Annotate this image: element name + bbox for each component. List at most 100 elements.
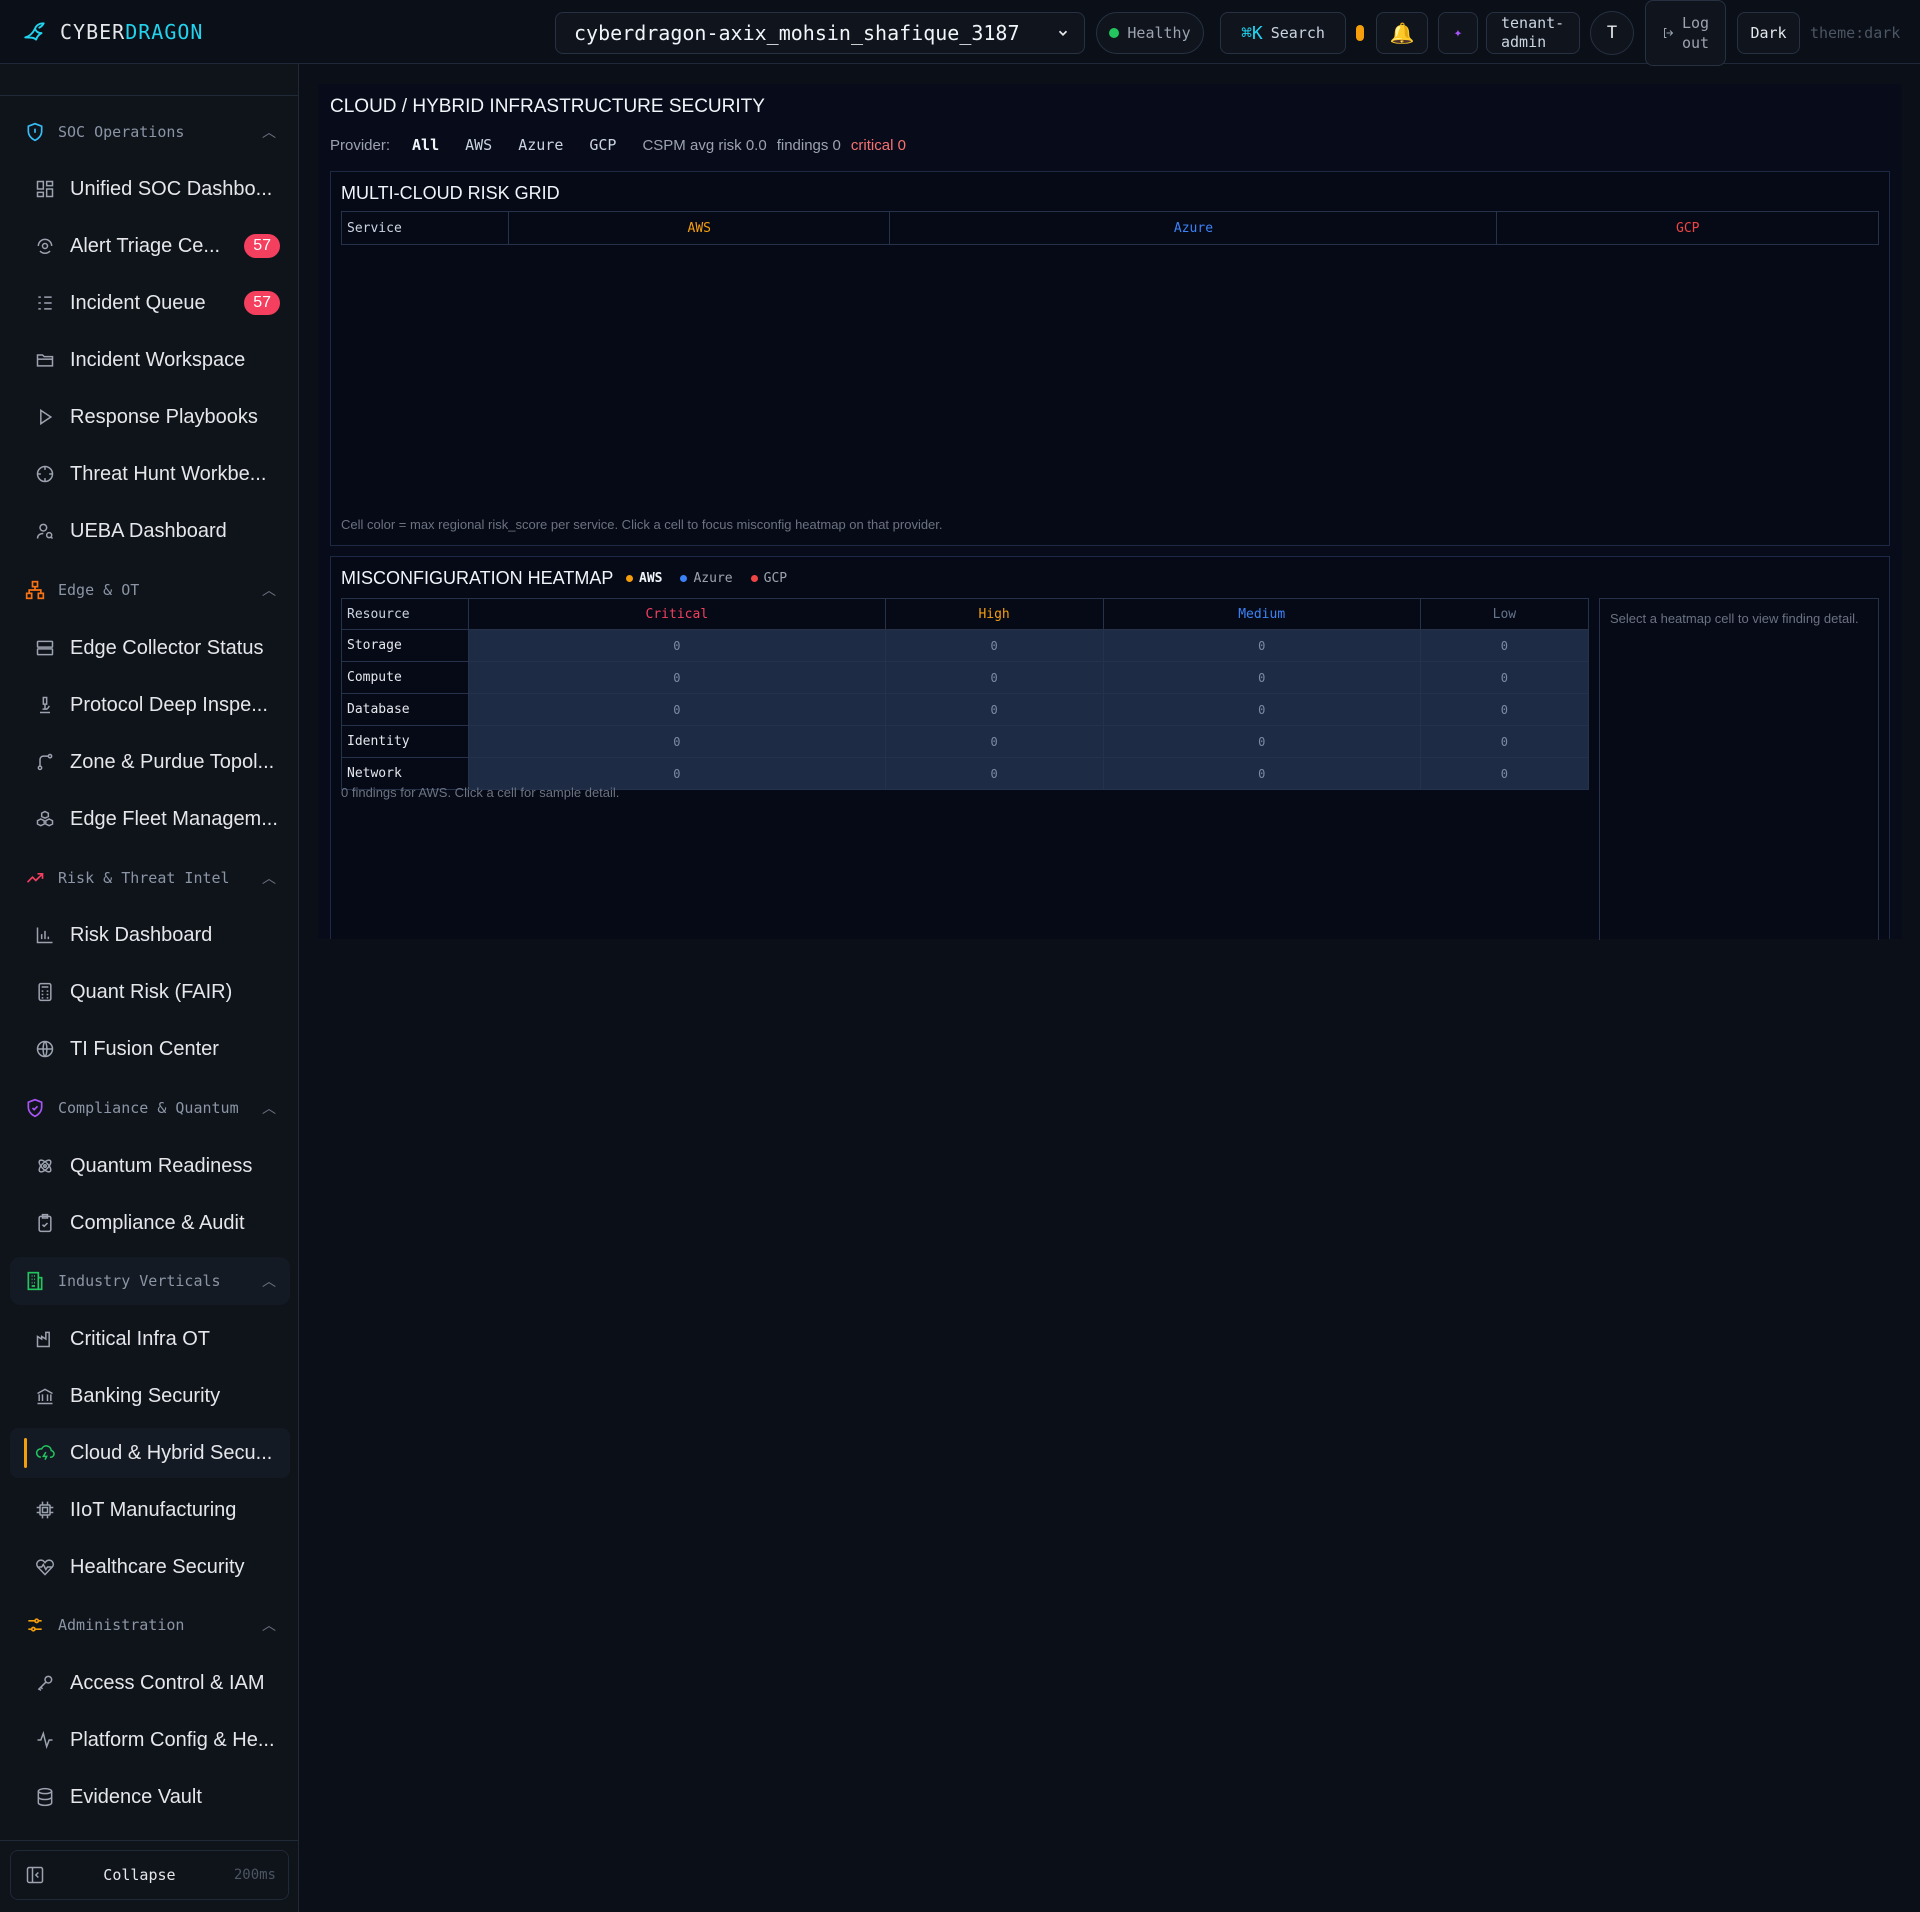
sidebar-item-ti-fusion-center[interactable]: TI Fusion Center (10, 1024, 290, 1074)
logout-button[interactable]: Log out (1645, 0, 1726, 66)
heatmap-cell[interactable]: 0 (884, 757, 1104, 790)
sidebar-item-edge-collector-status[interactable]: Edge Collector Status (10, 623, 290, 673)
provider-column-aws[interactable]: AWS (507, 211, 891, 245)
heatmap-cell[interactable]: 0 (1102, 693, 1421, 726)
sidebar-item-label: Critical Infra OT (70, 1327, 211, 1350)
heatmap-cell[interactable]: 0 (1419, 661, 1590, 694)
provider-filter-all[interactable]: All (412, 136, 439, 154)
finding-detail-placeholder: Select a heatmap cell to view finding de… (1610, 611, 1859, 626)
sidebar-item-zone-purdue-topology[interactable]: Zone & Purdue Topol... (10, 737, 290, 787)
sidebar-item-quantum-readiness[interactable]: Quantum Readiness (10, 1141, 290, 1191)
health-status-pill[interactable]: Healthy (1096, 12, 1204, 54)
heatmap-cell[interactable]: 0 (884, 693, 1104, 726)
legend-item-aws[interactable]: AWS (626, 571, 662, 586)
sidebar-group-administration[interactable]: Administration ︿ (10, 1601, 290, 1649)
tenant-select[interactable]: cyberdragon-axix_mohsin_shafique_3187 (555, 12, 1085, 54)
provider-column-azure[interactable]: Azure (889, 211, 1498, 245)
severity-column-critical: Critical (468, 598, 886, 630)
sidebar-item-label: Compliance & Audit (70, 1211, 245, 1234)
sidebar-group-compliance-quantum[interactable]: Compliance & Quantum ︿ (10, 1084, 290, 1132)
sidebar-item-alert-triage[interactable]: Alert Triage Ce... 57 (10, 221, 290, 271)
heatmap-cell[interactable]: 0 (468, 693, 886, 726)
sidebar-item-compliance-audit[interactable]: Compliance & Audit (10, 1198, 290, 1248)
sidebar-item-response-playbooks[interactable]: Response Playbooks (10, 392, 290, 442)
legend-item-azure[interactable]: Azure (680, 571, 733, 586)
avatar[interactable]: T (1590, 11, 1634, 55)
sidebar-group-risk-threat-intel[interactable]: Risk & Threat Intel ︿ (10, 854, 290, 902)
notifications-button[interactable]: 🔔 (1376, 12, 1428, 54)
avatar-initial: T (1606, 23, 1618, 43)
heatmap-cell[interactable]: 0 (1419, 757, 1590, 790)
sidebar-item-unified-soc-dashboard[interactable]: Unified SOC Dashbo... (10, 164, 290, 214)
provider-column-gcp[interactable]: GCP (1496, 211, 1879, 245)
sidebar-group-industry-verticals[interactable]: Industry Verticals ︿ (10, 1257, 290, 1305)
critical-count: critical 0 (850, 136, 906, 154)
collapse-label: Collapse (103, 1866, 176, 1884)
table-row: Identity 0 0 0 0 (341, 725, 1590, 758)
heatmap-cell[interactable]: 0 (884, 661, 1104, 694)
sidebar-item-access-control-iam[interactable]: Access Control & IAM (10, 1658, 290, 1708)
legend-label: Azure (693, 571, 733, 586)
heatmap-cell[interactable]: 0 (1419, 629, 1590, 662)
heatmap-cell[interactable]: 0 (884, 629, 1104, 662)
activity-icon (34, 1729, 56, 1751)
sidebar-item-label: Quantum Readiness (70, 1154, 253, 1177)
heatmap-cell[interactable]: 0 (1102, 757, 1421, 790)
heatmap-cell[interactable]: 0 (1102, 725, 1421, 758)
sidebar-item-quant-risk-fair[interactable]: Quant Risk (FAIR) (10, 967, 290, 1017)
legend-item-gcp[interactable]: GCP (750, 571, 787, 586)
sidebar-group-edge-ot[interactable]: Edge & OT ︿ (10, 566, 290, 614)
clipboard-check-icon (34, 1212, 56, 1234)
sidebar-item-healthcare-security[interactable]: Healthcare Security (10, 1542, 290, 1592)
sidebar-item-protocol-deep-inspection[interactable]: Protocol Deep Inspe... (10, 680, 290, 730)
sidebar-item-label: Access Control & IAM (70, 1671, 265, 1694)
heatmap-cell[interactable]: 0 (1419, 693, 1590, 726)
list-icon (34, 292, 56, 314)
sidebar-item-threat-hunt[interactable]: Threat Hunt Workbe... (10, 449, 290, 499)
heatmap-cell[interactable]: 0 (468, 629, 886, 662)
ai-assistant-button[interactable]: ✦ (1438, 12, 1478, 54)
sidebar-item-incident-workspace[interactable]: Incident Workspace (10, 335, 290, 385)
heatmap-cell[interactable]: 0 (1102, 629, 1421, 662)
logout-icon (1663, 28, 1674, 38)
globe-icon (34, 1038, 56, 1060)
sidebar-item-risk-dashboard[interactable]: Risk Dashboard (10, 910, 290, 960)
logout-label-1: Log (1681, 13, 1710, 32)
play-icon (34, 406, 56, 428)
sidebar-collapse-button[interactable]: Collapse 200ms (10, 1850, 289, 1900)
sidebar-item-cloud-hybrid-security[interactable]: Cloud & Hybrid Secu... (10, 1428, 290, 1478)
sidebar-item-incident-queue[interactable]: Incident Queue 57 (10, 278, 290, 328)
heatmap-cell[interactable]: 0 (884, 725, 1104, 758)
search-button[interactable]: ⌘K Search (1220, 12, 1346, 54)
health-status-label: Healthy (1127, 24, 1191, 42)
provider-filter-aws[interactable]: AWS (465, 136, 492, 154)
legend-dot-icon (680, 575, 688, 582)
brand[interactable]: CYBERDRAGON (22, 0, 203, 64)
sidebar-item-label: TI Fusion Center (70, 1037, 219, 1060)
heatmap-cell[interactable]: 0 (468, 661, 886, 694)
provider-filter-label: Provider: (330, 136, 391, 154)
database-icon (34, 1786, 56, 1808)
heatmap-cell[interactable]: 0 (468, 725, 886, 758)
sidebar-item-iiot-manufacturing[interactable]: IIoT Manufacturing (10, 1485, 290, 1535)
provider-filter-gcp[interactable]: GCP (589, 136, 616, 154)
boxes-icon (34, 808, 56, 830)
crosshair-icon (34, 463, 56, 485)
sidebar-item-ueba-dashboard[interactable]: UEBA Dashboard (10, 506, 290, 556)
sidebar-item-edge-fleet-management[interactable]: Edge Fleet Managem... (10, 794, 290, 844)
atom-icon (34, 1155, 56, 1177)
sidebar-item-evidence-vault[interactable]: Evidence Vault (10, 1772, 290, 1822)
sidebar-item-banking-security[interactable]: Banking Security (10, 1371, 290, 1421)
sidebar-item-critical-infra-ot[interactable]: Critical Infra OT (10, 1314, 290, 1364)
theme-toggle-button[interactable]: Dark (1737, 12, 1800, 54)
sidebar-group-soc-operations[interactable]: SOC Operations ︿ (10, 108, 290, 156)
chevron-up-icon: ︿ (262, 1617, 276, 1633)
legend-label: AWS (639, 571, 663, 586)
heatmap-cell[interactable]: 0 (1419, 725, 1590, 758)
severity-column-high: High (884, 598, 1104, 630)
sidebar-item-label: Edge Collector Status (70, 636, 264, 659)
heart-pulse-icon (34, 1556, 56, 1578)
sidebar-item-platform-config-health[interactable]: Platform Config & He... (10, 1715, 290, 1765)
heatmap-cell[interactable]: 0 (1102, 661, 1421, 694)
provider-filter-azure[interactable]: Azure (518, 136, 563, 154)
